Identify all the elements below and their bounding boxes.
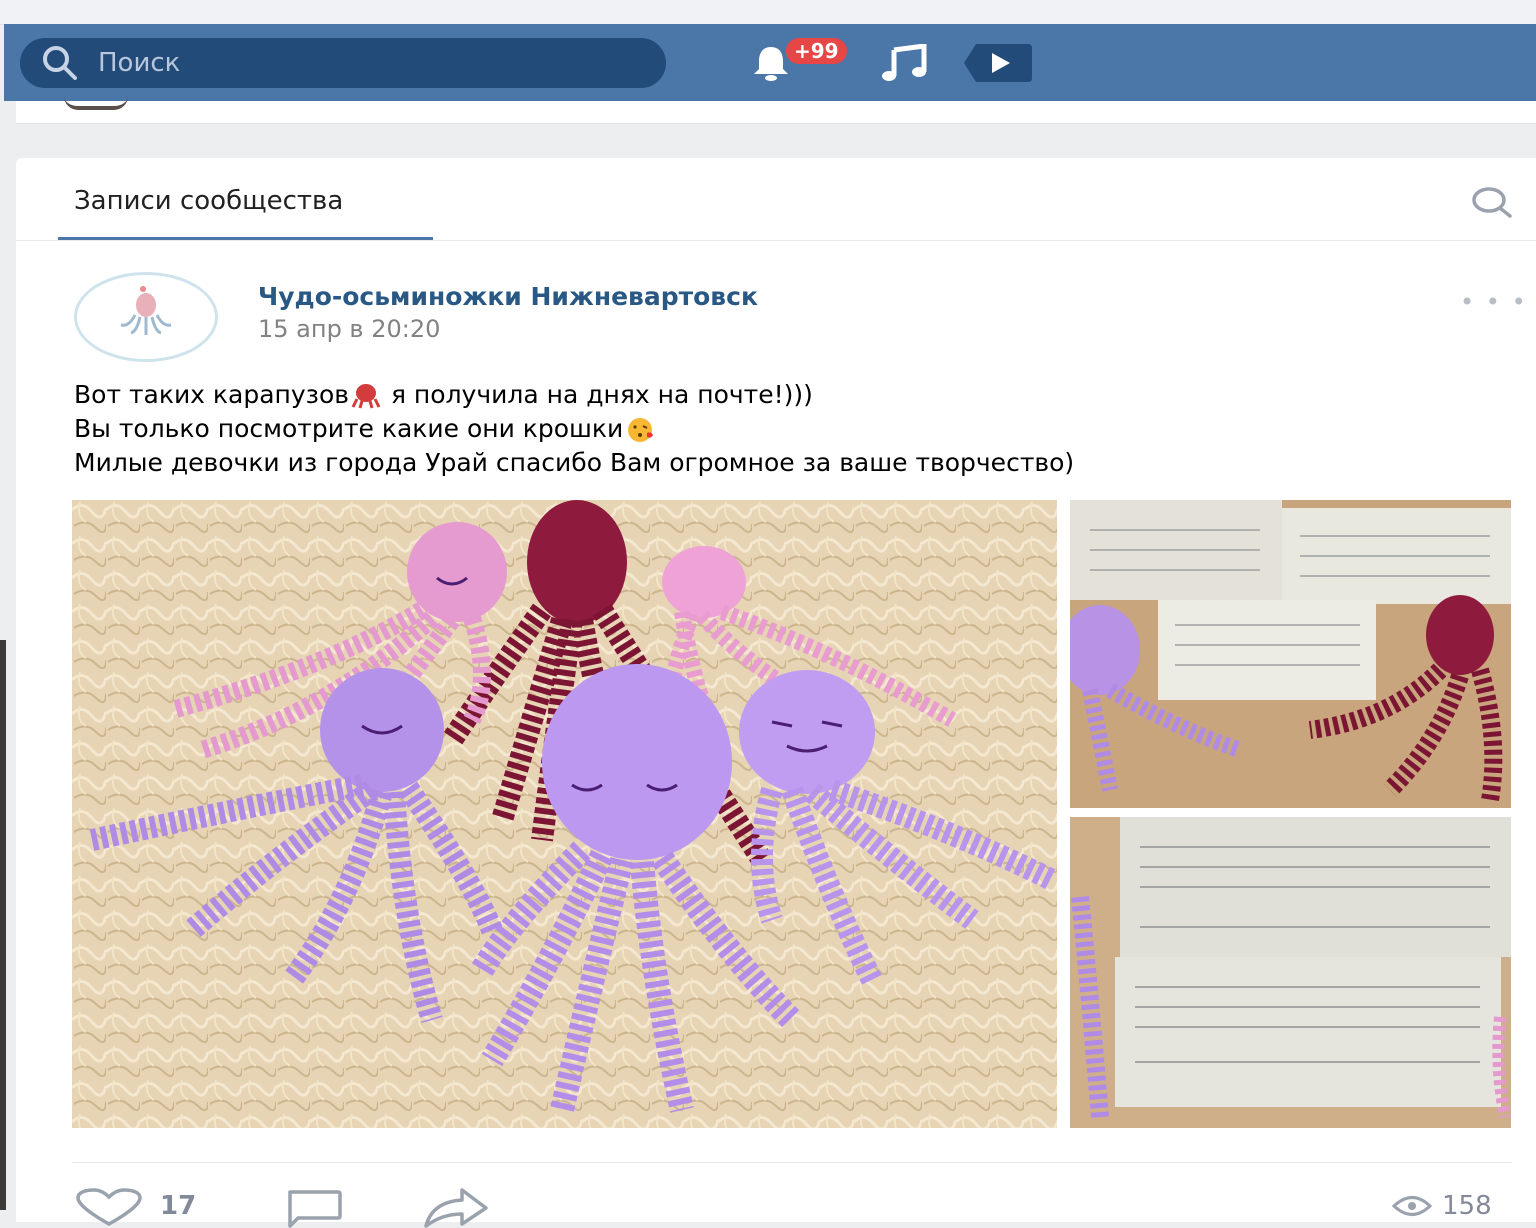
previous-avatar-peek [64,96,128,110]
more-options-icon[interactable]: • • • [1460,288,1528,316]
previous-card-edge [16,101,1536,124]
tab-label: Записи сообщества [74,186,344,216]
post-line-1a: Вот таких карапузов [74,380,349,409]
search-icon[interactable] [1470,184,1514,220]
views-count: 158 [1442,1191,1492,1221]
wall-card: Записи сообщества Чудо-осьминожки Нижнев… [16,158,1536,1228]
post-author[interactable]: Чудо-осьминожки Нижневартовск [258,282,758,311]
window-edge [0,640,6,1210]
tabs-bar: Записи сообщества [16,158,1536,241]
video-icon[interactable] [958,42,1034,84]
octopus-emoji-icon [351,384,381,409]
octopus-logo-icon [120,286,172,335]
comment-icon[interactable] [284,1188,344,1228]
share-icon[interactable] [422,1188,492,1228]
octopuses-photo-image [72,500,1057,1128]
views-counter: 158 [1392,1191,1492,1221]
photo-certificates-1[interactable] [1070,500,1511,808]
photo-octopuses[interactable] [72,500,1057,1128]
music-icon[interactable] [880,44,928,84]
likes-count: 17 [160,1191,197,1221]
post-date[interactable]: 15 апр в 20:20 [258,315,440,343]
search-input[interactable] [96,47,620,79]
certificates-photo-image [1070,500,1511,808]
post-line-3: Милые девочки из города Урай спасибо Вам… [74,448,1075,477]
certificates-closeup-image [1070,817,1511,1128]
browser-top-strip [0,0,1536,25]
notifications-badge: +99 [786,38,847,64]
search-box[interactable] [20,38,666,88]
photo-certificates-2[interactable] [1070,817,1511,1128]
heart-icon[interactable] [74,1188,144,1228]
post-line-2: Вы только посмотрите какие они крошки [74,414,624,443]
community-avatar[interactable] [74,272,218,362]
post-text: Вот таких карапузов я получила на днях н… [74,378,1074,480]
post-line-1b: я получила на днях на почте!))) [383,380,813,409]
actions-divider [72,1162,1512,1163]
search-icon [43,46,77,80]
tab-community-posts[interactable]: Записи сообщества [58,158,433,240]
eye-icon [1392,1196,1432,1216]
top-header: +99 [4,24,1536,101]
kiss-emoji-icon [628,418,654,442]
